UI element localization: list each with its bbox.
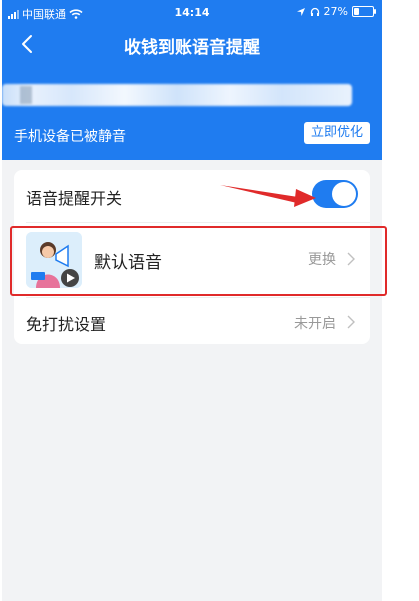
- merchant-info-redacted: [2, 84, 352, 106]
- voice-switch-toggle[interactable]: [312, 180, 358, 208]
- headphones-icon: [310, 7, 319, 16]
- phone-screen: 中国联通 14:14 27% 收钱到账语音提醒 手机设备已被静音 立即优化 语音…: [2, 0, 382, 601]
- status-bar: 中国联通 14:14 27%: [2, 0, 382, 26]
- voice-switch-label: 语音提醒开关: [26, 189, 123, 208]
- dnd-row[interactable]: 免打扰设置 未开启: [14, 298, 370, 344]
- battery-percent: 27%: [323, 5, 348, 18]
- nav-bar: 收钱到账语音提醒: [2, 26, 382, 62]
- page-title: 收钱到账语音提醒: [124, 38, 260, 58]
- highlight-box: [10, 226, 387, 296]
- dnd-status: 未开启: [294, 316, 336, 332]
- dnd-label: 免打扰设置: [26, 315, 107, 334]
- optimize-button[interactable]: 立即优化: [303, 122, 370, 144]
- status-icons: 27%: [296, 5, 376, 18]
- voice-switch-row: 语音提醒开关: [14, 170, 370, 222]
- location-icon: [296, 7, 305, 16]
- silent-notice: 手机设备已被静音: [14, 129, 126, 145]
- battery-icon: [352, 6, 376, 17]
- chevron-right-icon: [347, 315, 355, 329]
